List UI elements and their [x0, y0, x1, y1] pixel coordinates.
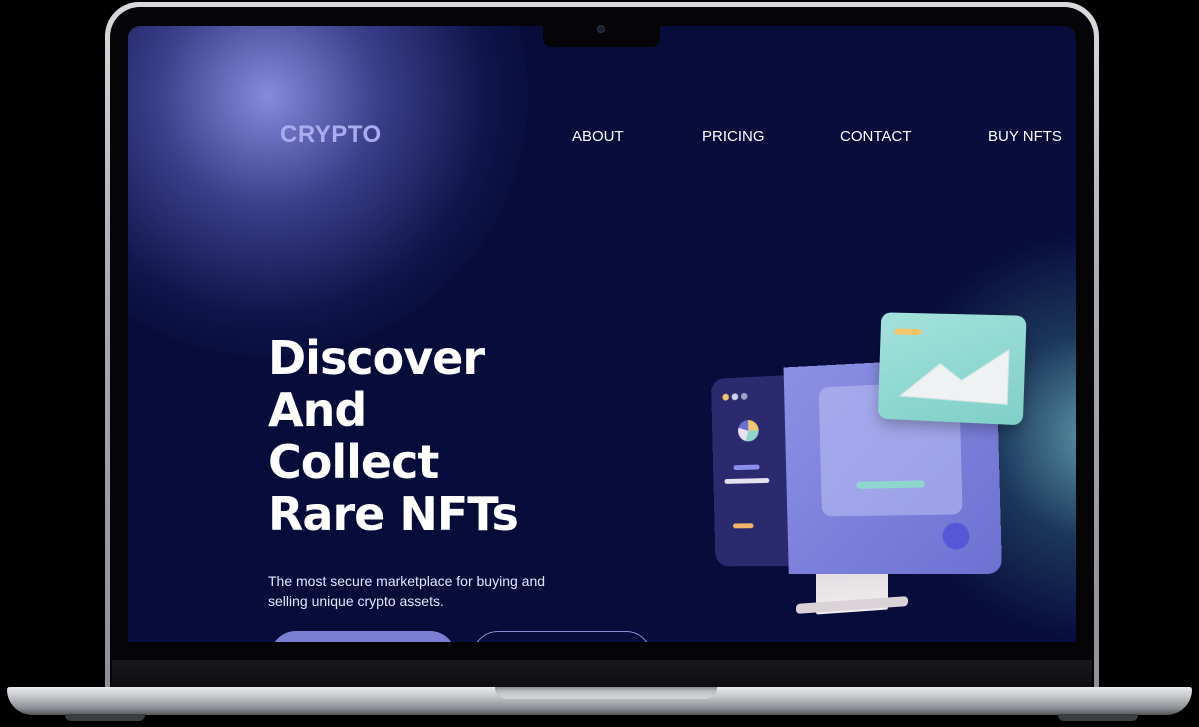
headline-line: Discover: [268, 331, 485, 385]
mountain-icon: [896, 338, 1014, 412]
camera-icon: [597, 25, 605, 33]
headline-line: Collect: [268, 435, 439, 489]
laptop-foot-right: [1058, 714, 1138, 721]
window-dot: [740, 392, 748, 400]
image-card-tag: [894, 328, 922, 336]
sidebar-bar: [732, 523, 754, 529]
laptop-foot-left: [65, 714, 145, 721]
laptop-opening-notch: [495, 687, 717, 699]
hero-headline: Discover And Collect Rare NFTs: [268, 331, 519, 541]
headline-line: And: [268, 383, 367, 437]
primary-cta-button[interactable]: [270, 631, 456, 642]
window-dot: [731, 393, 739, 401]
image-card-icon: [877, 312, 1027, 426]
laptop-bezel-bottom: [112, 660, 1092, 688]
nav-buy-nfts[interactable]: BUY NFTS: [988, 128, 1062, 145]
headline-line: Rare NFTs: [268, 487, 519, 541]
round-button-icon: [942, 522, 970, 550]
monitor-sidebar: [710, 374, 797, 567]
nav-contact[interactable]: CONTACT: [840, 128, 911, 145]
hero-subtext: The most secure marketplace for buying a…: [268, 573, 546, 609]
sidebar-bar: [733, 464, 760, 471]
window-dot: [722, 393, 729, 401]
laptop-base: [7, 687, 1192, 715]
brand-logo[interactable]: CRYPTO: [280, 121, 382, 149]
pie-chart-icon: [737, 419, 759, 442]
secondary-cta-button[interactable]: [472, 631, 652, 642]
sidebar-bar: [724, 477, 770, 484]
camera-notch: [543, 24, 660, 47]
background-glow-top: [128, 26, 528, 356]
content-bar: [856, 480, 925, 489]
laptop-screen: CRYPTO ABOUT PRICING CONTACT BUY NFTS Di…: [128, 26, 1076, 642]
nav-pricing[interactable]: PRICING: [702, 128, 765, 145]
computer-monitor-nft-illustration: [698, 312, 1038, 624]
nav-about[interactable]: ABOUT: [572, 128, 624, 145]
